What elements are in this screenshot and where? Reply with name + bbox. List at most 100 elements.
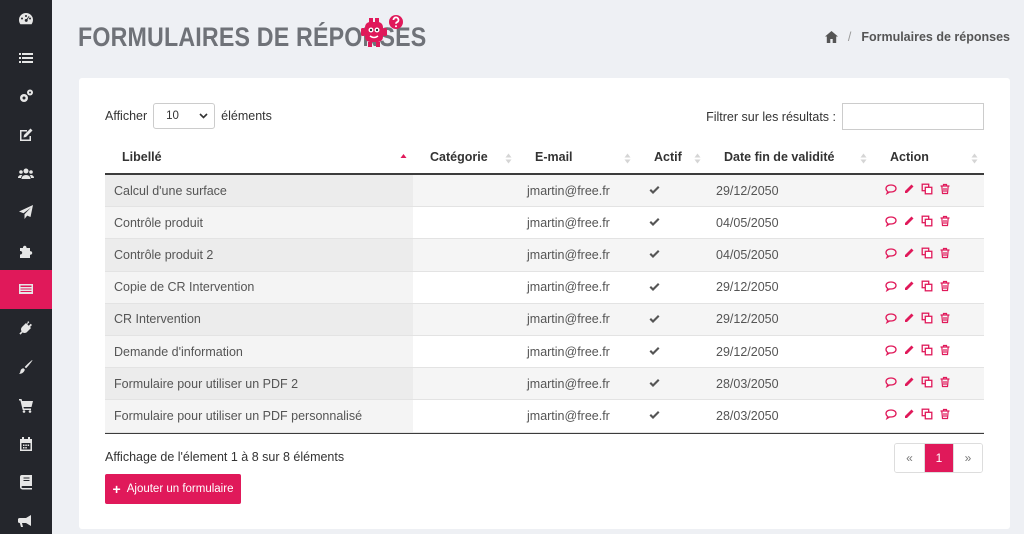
comment-icon[interactable]: [885, 215, 897, 230]
cell-label: Demande d'information: [105, 335, 413, 368]
trash-icon[interactable]: [939, 344, 951, 359]
table-row: Calcul d'une surface jmartin@free.fr 29/12…: [105, 175, 984, 208]
cell-active: [637, 239, 707, 270]
cell-actions: [873, 239, 984, 270]
duplicate-icon[interactable]: [921, 280, 933, 295]
mascot-question-icon[interactable]: [360, 14, 406, 50]
forms-table: Libellé Catégorie E-mail Actif Date fin …: [105, 141, 984, 434]
pencil-icon[interactable]: [903, 215, 915, 230]
sidebar-item-plug[interactable]: [0, 309, 52, 348]
duplicate-icon[interactable]: [921, 408, 933, 423]
trash-icon[interactable]: [939, 312, 951, 327]
sidebar-item-edit[interactable]: [0, 116, 52, 155]
sidebar-item-shop[interactable]: [0, 386, 52, 425]
cell-label: Contrôle produit: [105, 207, 413, 239]
duplicate-icon[interactable]: [921, 183, 933, 198]
cell-actions: [873, 175, 984, 206]
table-row: Contrôle produit jmartin@free.fr 04/05/205…: [105, 207, 984, 240]
check-icon: [649, 411, 660, 420]
page-length-select[interactable]: 10: [153, 103, 216, 129]
sort-both-icon: [694, 153, 701, 164]
sidebar-item-list[interactable]: [0, 39, 52, 78]
pencil-icon[interactable]: [903, 183, 915, 198]
comment-icon[interactable]: [885, 247, 897, 262]
duplicate-icon[interactable]: [921, 376, 933, 391]
cell-actions: [873, 400, 984, 431]
table-footer-line: [105, 432, 984, 434]
sort-both-icon: [505, 153, 512, 164]
table-row: CR Intervention jmartin@free.fr 29/12/2050: [105, 303, 984, 336]
sidebar-item-design[interactable]: [0, 347, 52, 386]
filter-control: Filtrer sur les résultats :: [706, 103, 984, 130]
pencil-icon[interactable]: [903, 408, 915, 423]
plus-icon: +: [112, 481, 121, 497]
breadcrumb: / Formulaires de réponses: [824, 30, 1010, 44]
chevron-down-icon: [199, 113, 208, 119]
comment-icon[interactable]: [885, 408, 897, 423]
cogs-icon: [20, 89, 33, 103]
add-form-button[interactable]: + Ajouter un formulaire: [105, 474, 241, 504]
trash-icon[interactable]: [939, 247, 951, 262]
breadcrumb-home[interactable]: [824, 31, 838, 43]
puzzle-icon: [20, 245, 33, 258]
cart-icon: [19, 399, 33, 414]
trash-icon[interactable]: [939, 183, 951, 198]
trash-icon[interactable]: [939, 280, 951, 295]
pagination-next[interactable]: »: [953, 444, 982, 472]
sidebar-item-calendar[interactable]: [0, 425, 52, 464]
pencil-icon[interactable]: [903, 247, 915, 262]
table-row: Formulaire pour utiliser un PDF 2 jmartin…: [105, 368, 984, 401]
pencil-icon[interactable]: [903, 312, 915, 327]
cell-email: jmartin@free.fr: [527, 376, 610, 391]
sort-both-icon: [971, 153, 978, 164]
column-header-category[interactable]: Catégorie: [413, 141, 518, 173]
cell-label: Contrôle produit 2: [105, 239, 413, 271]
comment-icon[interactable]: [885, 183, 897, 198]
sidebar-item-forms[interactable]: [0, 270, 52, 309]
pencil-icon[interactable]: [903, 376, 915, 391]
cell-active: [637, 400, 707, 431]
sidebar-item-settings[interactable]: [0, 77, 52, 116]
cell-email: jmartin@free.fr: [527, 215, 610, 230]
trash-icon[interactable]: [939, 376, 951, 391]
cell-label: CR Intervention: [105, 303, 413, 335]
cell-end-date: 29/12/2050: [716, 183, 779, 198]
sidebar-item-dashboard[interactable]: [0, 0, 52, 39]
sidebar-item-users[interactable]: [0, 154, 52, 193]
cell-active: [637, 368, 707, 399]
sidebar-item-docs[interactable]: [0, 463, 52, 502]
check-icon: [649, 347, 660, 356]
comment-icon[interactable]: [885, 344, 897, 359]
comment-icon[interactable]: [885, 376, 897, 391]
cell-active: [637, 272, 707, 303]
trash-icon[interactable]: [939, 408, 951, 423]
column-header-active[interactable]: Actif: [637, 141, 707, 173]
column-header-label[interactable]: Libellé: [105, 141, 413, 173]
calendar-icon: [20, 436, 32, 451]
comment-icon[interactable]: [885, 312, 897, 327]
column-header-end-date[interactable]: Date fin de validité: [707, 141, 873, 173]
duplicate-icon[interactable]: [921, 312, 933, 327]
sidebar-item-send[interactable]: [0, 193, 52, 232]
pencil-icon[interactable]: [903, 344, 915, 359]
check-icon: [649, 218, 660, 227]
comment-icon[interactable]: [885, 280, 897, 295]
duplicate-icon[interactable]: [921, 247, 933, 262]
sidebar-item-plugins[interactable]: [0, 232, 52, 271]
trash-icon[interactable]: [939, 215, 951, 230]
duplicate-icon[interactable]: [921, 215, 933, 230]
filter-label: Filtrer sur les résultats :: [706, 109, 836, 124]
cell-email: jmartin@free.fr: [527, 408, 610, 423]
pagination-page-1[interactable]: 1: [924, 444, 953, 472]
duplicate-icon[interactable]: [921, 344, 933, 359]
pagination-prev[interactable]: «: [895, 444, 924, 472]
check-icon: [649, 379, 660, 388]
filter-input[interactable]: [842, 103, 984, 130]
column-header-action[interactable]: Action: [873, 141, 984, 173]
cell-category: [413, 400, 518, 431]
cell-active: [637, 175, 707, 206]
sidebar-item-campaigns[interactable]: [0, 502, 52, 534]
pencil-icon[interactable]: [903, 280, 915, 295]
check-icon: [649, 314, 660, 323]
column-header-email[interactable]: E-mail: [518, 141, 637, 173]
